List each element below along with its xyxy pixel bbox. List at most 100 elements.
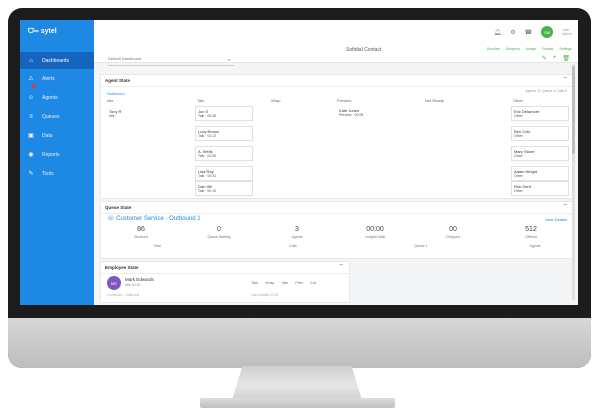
- scrollbar-thumb[interactable]: [572, 66, 575, 154]
- employee-state-title: Employee State: [105, 265, 139, 270]
- app-logo: ᗜ∞ sytel: [28, 28, 57, 35]
- app-screen: ᗜ∞ sytel ⌂ Dashboards ⚠ Alerts ☺ Agents …: [20, 20, 578, 305]
- agent-card[interactable]: Eric Delamore Other: [511, 106, 569, 121]
- assign-button[interactable]: Assign: [526, 47, 537, 51]
- sidebar-item-label: Queues: [42, 113, 60, 120]
- agent-card[interactable]: Kate Jones Preview · 00:08: [337, 106, 395, 119]
- queue-icon: ≡: [29, 113, 33, 120]
- suspend-button[interactable]: Suspend: [506, 47, 520, 51]
- sidebar-item-label: Agents: [42, 94, 58, 101]
- sidebar-item-label: Dashboards: [42, 57, 69, 64]
- settings-icon[interactable]: ⚙: [510, 29, 515, 36]
- agent-card[interactable]: Tony R Idle: [107, 107, 165, 120]
- tools-icon: ✎: [28, 171, 34, 177]
- stat-label: Longest Wait: [364, 235, 386, 239]
- reports-icon: ◉: [28, 152, 34, 158]
- action-toolbar: Emulate Suspend Assign Reload Settings: [487, 47, 572, 51]
- stat-label: Offered: [525, 235, 537, 239]
- column-header-preview: Preview: [337, 98, 352, 103]
- agent-card[interactable]: Ben Cole Other: [511, 126, 569, 141]
- view-controls: ✎ + 🗑︎: [542, 55, 570, 62]
- top-icons: 🔔︎ ⚙ ☎ SM User Admin: [494, 26, 572, 38]
- reload-button[interactable]: Reload: [542, 47, 553, 51]
- sidebar-item-label: Tools: [42, 170, 54, 177]
- agent-card[interactable]: Dan Hill Talk · 00:15: [195, 181, 253, 196]
- column-header-wrap: Wrap: [271, 98, 281, 103]
- stat-label: Serviced: [134, 235, 148, 239]
- agent-state-subtitle: Outbound: [107, 91, 125, 96]
- stat-label: Queue Waiting: [207, 235, 231, 239]
- user-info: User Admin: [562, 28, 572, 36]
- avatar[interactable]: SM: [541, 26, 554, 38]
- data-icon: ▣: [28, 133, 34, 139]
- sidebar-item-agents[interactable]: ☺ Agents: [20, 89, 94, 106]
- sidebar-item-label: Data: [42, 132, 53, 139]
- sub-label: Calls: [289, 244, 297, 248]
- collapse-icon[interactable]: –: [564, 202, 567, 208]
- agent-card[interactable]: Lucy Brown Talk · 01:12: [195, 126, 253, 141]
- employee-name: Mark Edwards: [125, 277, 154, 282]
- employee-status: Idle 00:32: [125, 283, 141, 287]
- agent-card[interactable]: Mary Stone Other: [511, 146, 569, 161]
- view-details-link[interactable]: View Details: [545, 217, 567, 222]
- panel-divider: [101, 86, 573, 87]
- panel-divider: [101, 213, 573, 214]
- employee-stats: Talk Wrap Idle Prev Ext: [251, 280, 317, 285]
- delete-icon[interactable]: 🗑︎: [562, 55, 570, 62]
- sidebar-item-tools[interactable]: ✎ Tools: [20, 165, 94, 182]
- panel-divider: [101, 273, 349, 274]
- agent-state-title: Agent State: [105, 78, 131, 83]
- queue-state-title: Queue State: [105, 205, 132, 210]
- dashboard-select[interactable]: Default Dashboard ▾: [108, 56, 234, 66]
- notification-icon[interactable]: 🔔︎: [494, 29, 502, 36]
- alert-badge: [32, 84, 36, 88]
- sidebar-item-label: Reports: [42, 151, 60, 158]
- dashboard-select-value: Default Dashboard: [108, 56, 142, 61]
- column-header-idle: Idle: [107, 98, 114, 103]
- monitor-chin: [8, 318, 591, 368]
- emulate-button[interactable]: Emulate: [487, 47, 500, 51]
- employee-footer-right: Last updated 10:32: [251, 293, 279, 297]
- agent-card[interactable]: Adam Wright Other: [511, 166, 569, 181]
- stat-value: 00:00: [366, 226, 384, 233]
- agent-card[interactable]: Jon S Talk · 00:45: [195, 106, 253, 121]
- stat-value: 00: [449, 226, 457, 233]
- sub-label: Total: [153, 244, 161, 248]
- queue-name[interactable]: ☏ Customer Service - Outbound 1: [107, 215, 201, 222]
- sub-label: Agents: [529, 244, 541, 248]
- chevron-down-icon: ▾: [227, 57, 230, 62]
- sub-label: Queue 1: [414, 244, 428, 248]
- stat-value: 86: [137, 226, 145, 233]
- collapse-icon[interactable]: –: [564, 75, 567, 81]
- sidebar-item-reports[interactable]: ◉ Reports: [20, 146, 94, 163]
- sidebar-item-dashboards[interactable]: ⌂ Dashboards: [20, 52, 94, 69]
- sidebar-item-queues[interactable]: ≡ Queues: [20, 108, 94, 125]
- settings-button[interactable]: Settings: [559, 47, 572, 51]
- queue-state-panel: Queue State – ☏ Customer Service - Outbo…: [100, 201, 574, 259]
- agent-state-panel: Agent State – Outbound Agents 12 Queue 5…: [100, 74, 574, 199]
- agent-icon: ☺: [27, 94, 35, 101]
- phone-icon[interactable]: ☎: [525, 29, 532, 36]
- avatar[interactable]: ME: [107, 276, 121, 290]
- stat-value: 3: [295, 226, 299, 233]
- add-icon[interactable]: +: [553, 55, 557, 62]
- stat-value: 0: [217, 226, 221, 233]
- agent-card[interactable]: A. Wells Talk · 02:05: [195, 146, 253, 161]
- edit-icon[interactable]: ✎: [542, 55, 547, 62]
- column-header-not-ready: Not Ready: [425, 98, 444, 103]
- collapse-icon[interactable]: –: [340, 262, 343, 268]
- monitor-stand-base: [200, 398, 395, 408]
- phone-icon: ☏: [107, 216, 117, 222]
- stat-value: 512: [525, 226, 537, 233]
- employee-footer-left: Connected · Outbound: [107, 293, 140, 297]
- sidebar-item-label: Alerts: [42, 75, 55, 82]
- sidebar-item-data[interactable]: ▣ Data: [20, 127, 94, 144]
- dashboard-icon: ⌂: [29, 57, 33, 64]
- agent-card[interactable]: Lisa Ray Talk · 00:31: [195, 166, 253, 181]
- page-title: Softdial Contact: [346, 47, 382, 53]
- agent-card[interactable]: Rob Kent Other: [511, 181, 569, 196]
- sidebar: ᗜ∞ sytel ⌂ Dashboards ⚠ Alerts ☺ Agents …: [20, 20, 94, 305]
- employee-state-panel: Employee State – ME Mark Edwards Idle 00…: [100, 261, 350, 303]
- column-header-other: Other: [513, 98, 524, 103]
- stat-label: Agents: [291, 235, 303, 239]
